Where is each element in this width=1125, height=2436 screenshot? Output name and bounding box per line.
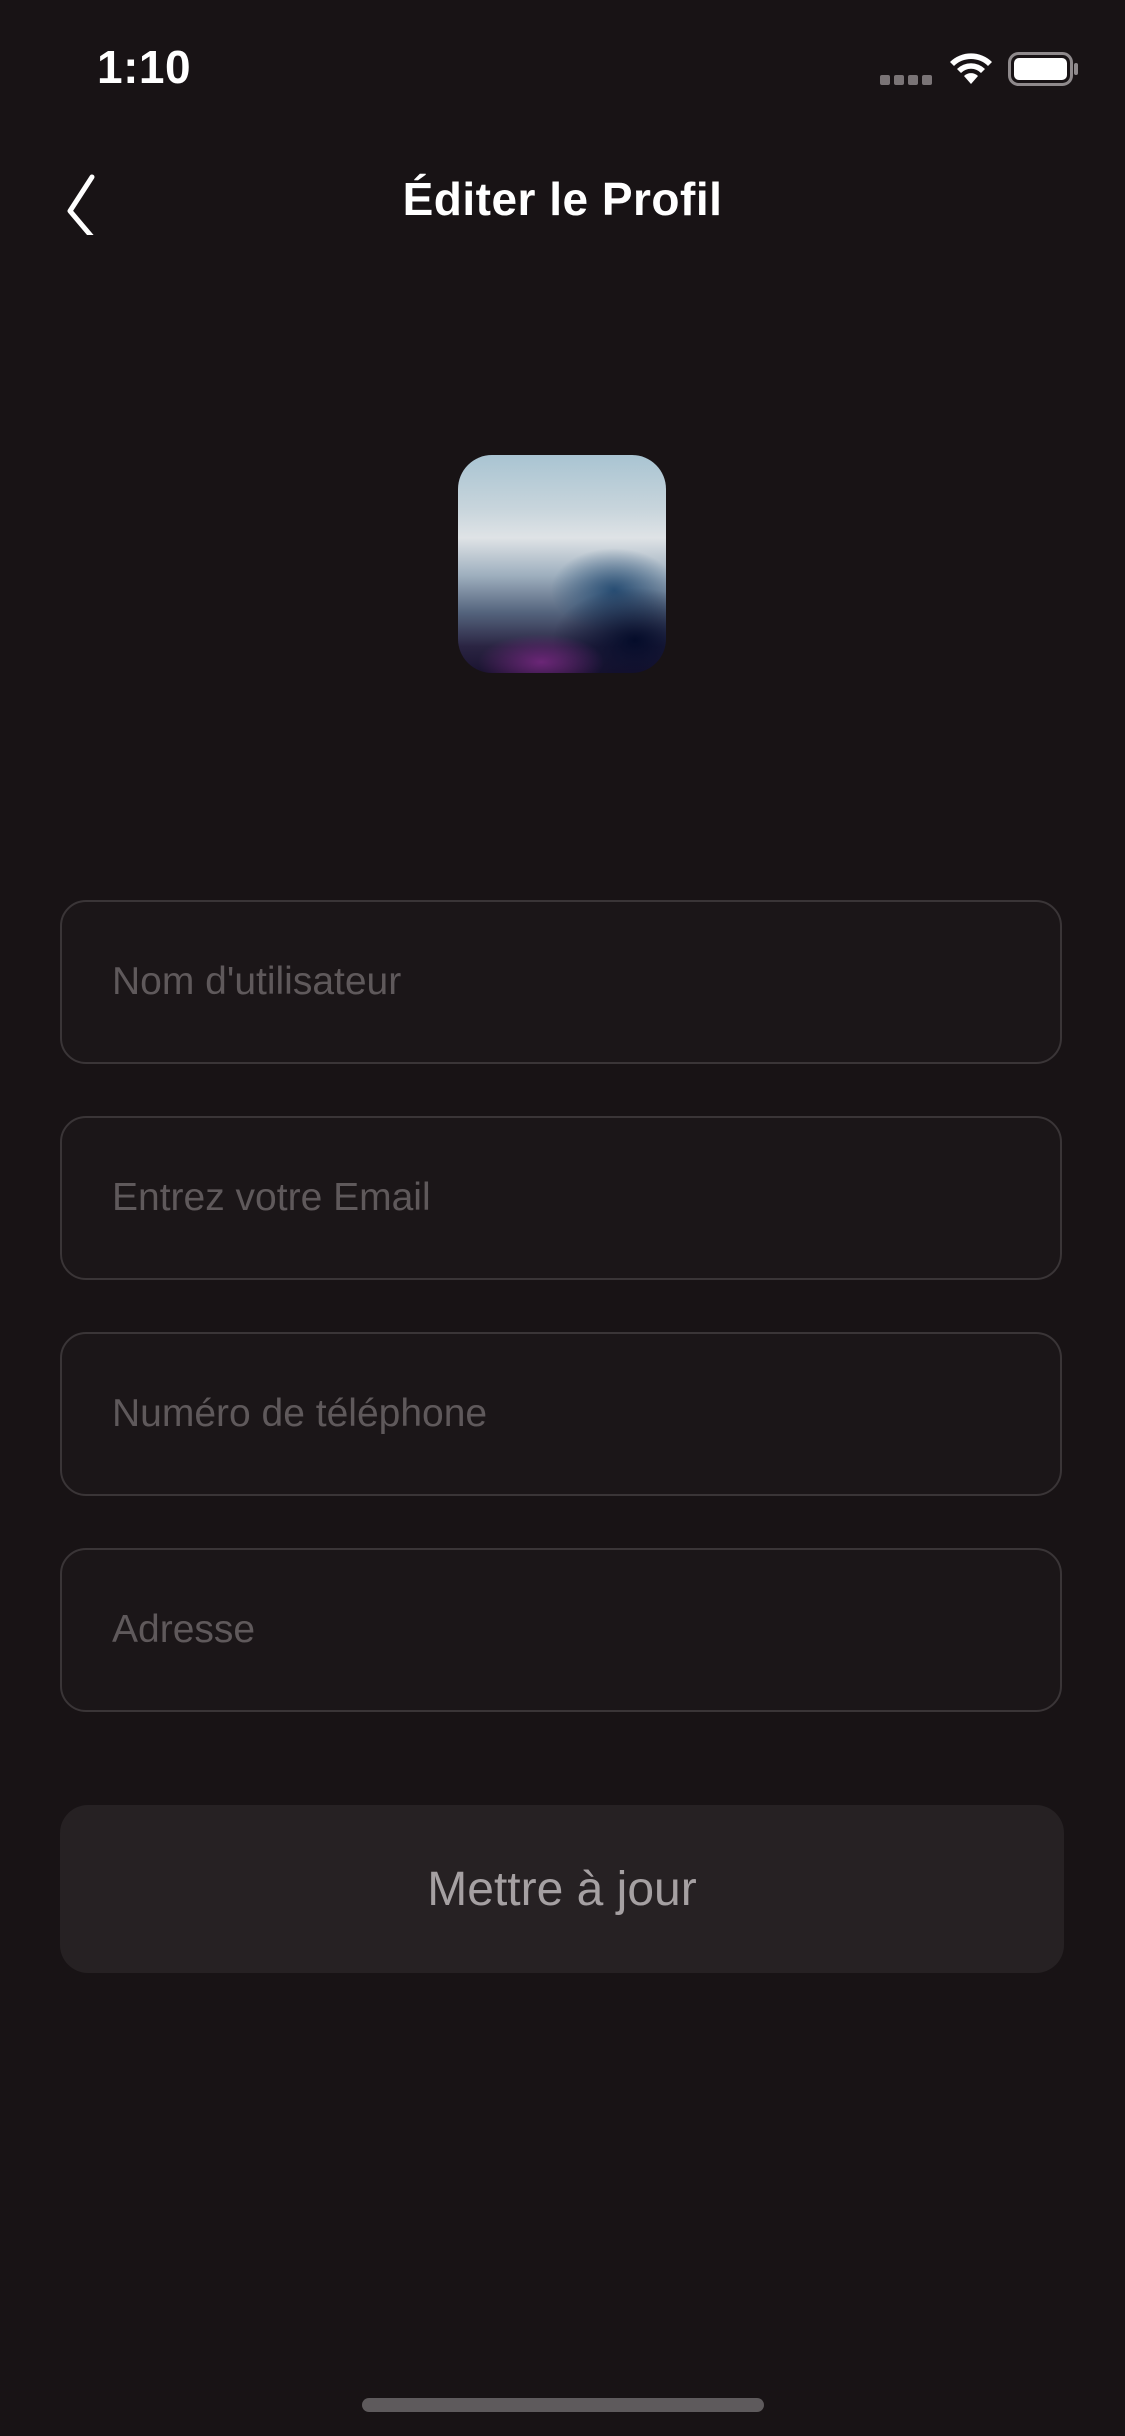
status-time: 1:10 — [97, 41, 192, 93]
header: Éditer le Profil — [0, 150, 1125, 250]
email-field-container — [60, 1116, 1062, 1280]
profile-avatar[interactable] — [458, 455, 666, 673]
address-input[interactable] — [112, 1550, 1012, 1710]
status-bar: 1:10 — [0, 0, 1125, 140]
cellular-signal-icon — [880, 75, 934, 87]
phone-field-container — [60, 1332, 1062, 1496]
wifi-icon — [950, 53, 992, 84]
address-field-container — [60, 1548, 1062, 1712]
page-title: Éditer le Profil — [402, 173, 723, 225]
update-button[interactable]: Mettre à jour — [60, 1805, 1064, 1973]
phone-input[interactable] — [112, 1334, 1012, 1494]
username-input[interactable] — [112, 902, 1012, 1062]
battery-icon — [1008, 52, 1078, 86]
email-input[interactable] — [112, 1118, 1012, 1278]
home-indicator — [362, 2398, 764, 2412]
username-field-container — [60, 900, 1062, 1064]
